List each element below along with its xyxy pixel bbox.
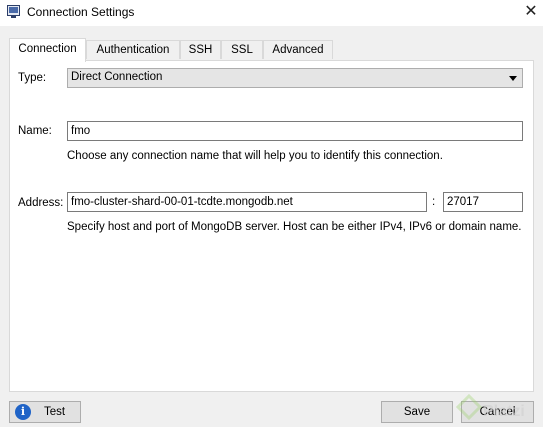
- window-app-icon: [7, 5, 20, 18]
- type-select[interactable]: Direct Connection: [67, 68, 523, 88]
- title-bar: Connection Settings ✕: [0, 0, 543, 26]
- tab-advanced[interactable]: Advanced: [263, 40, 333, 59]
- name-label: Name:: [18, 125, 52, 137]
- port-field-value: 27017: [447, 196, 479, 208]
- chevron-down-icon[interactable]: [509, 76, 517, 81]
- cancel-button[interactable]: Cancel: [461, 401, 534, 423]
- window-title: Connection Settings: [27, 5, 135, 19]
- port-field[interactable]: 27017: [443, 192, 523, 212]
- type-select-value: Direct Connection: [71, 71, 163, 83]
- tab-ssl[interactable]: SSL: [221, 40, 263, 59]
- name-field[interactable]: fmo: [67, 121, 523, 141]
- host-field-value: fmo-cluster-shard-00-01-tcdte.mongodb.ne…: [71, 196, 293, 208]
- address-separator: :: [432, 196, 436, 208]
- address-hint: Specify host and port of MongoDB server.…: [67, 221, 522, 233]
- name-hint: Choose any connection name that will hel…: [67, 150, 443, 162]
- test-button[interactable]: i Test: [9, 401, 81, 423]
- tab-connection[interactable]: Connection: [9, 38, 86, 62]
- save-button[interactable]: Save: [381, 401, 453, 423]
- type-label: Type:: [18, 72, 47, 84]
- tab-ssh[interactable]: SSH: [180, 40, 221, 59]
- tab-authentication[interactable]: Authentication: [86, 40, 180, 59]
- name-field-value: fmo: [71, 125, 91, 137]
- close-icon[interactable]: ✕: [520, 1, 542, 23]
- test-button-label: Test: [44, 406, 66, 418]
- address-label: Address:: [18, 197, 64, 209]
- host-field[interactable]: fmo-cluster-shard-00-01-tcdte.mongodb.ne…: [67, 192, 427, 212]
- info-icon: i: [15, 404, 31, 420]
